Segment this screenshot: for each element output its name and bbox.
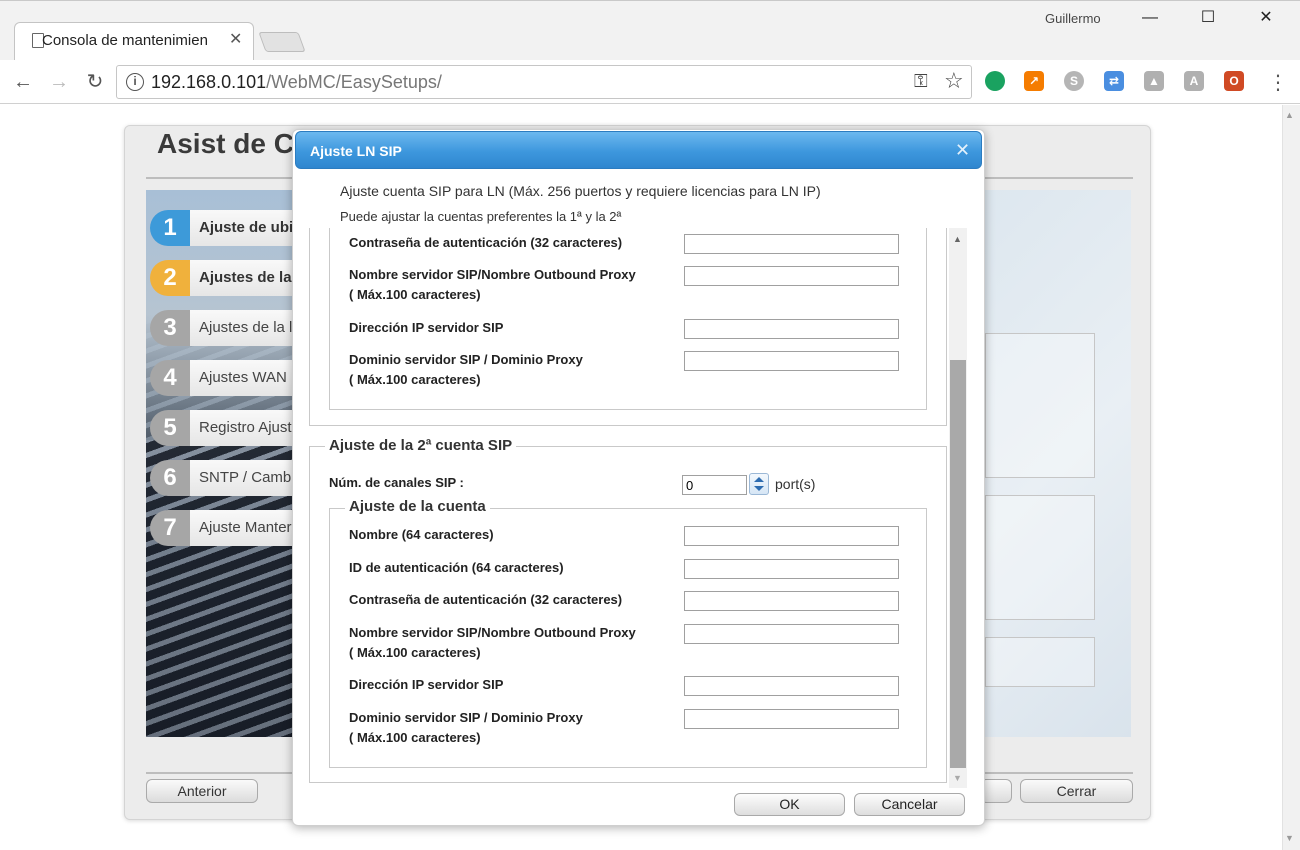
domain-label: Dominio servidor SIP / Dominio Proxy xyxy=(349,710,583,725)
content-box xyxy=(985,495,1095,620)
step-number: 4 xyxy=(150,360,190,396)
step-label: Ajuste de ubi xyxy=(190,210,296,246)
step-label: SNTP / Camb xyxy=(190,460,296,496)
ip-label: Dirección IP servidor SIP xyxy=(349,320,504,335)
page-scroll-down-icon[interactable]: ▼ xyxy=(1285,833,1294,843)
domain-field[interactable] xyxy=(684,351,899,371)
password-label: Contraseña de autenticación (32 caracter… xyxy=(349,592,623,607)
channels-stepper[interactable] xyxy=(749,473,769,495)
dialog-scroll-thumb[interactable] xyxy=(950,360,966,768)
server-name-field[interactable] xyxy=(684,266,899,286)
step-number: 1 xyxy=(150,210,190,246)
step-number: 5 xyxy=(150,410,190,446)
dialog-description: Ajuste cuenta SIP para LN (Máx. 256 puer… xyxy=(340,183,821,199)
bookmark-star-icon[interactable]: ☆ xyxy=(944,68,964,94)
wizard-title: Asist de C xyxy=(157,128,294,159)
extension-translate-icon[interactable]: ⇄ xyxy=(1104,71,1124,91)
minimize-button[interactable]: — xyxy=(1130,6,1170,30)
domain-label: Dominio servidor SIP / Dominio Proxy xyxy=(349,352,583,367)
step-label: Ajustes de la l xyxy=(190,310,296,346)
new-tab-button[interactable] xyxy=(258,32,306,52)
extension-pdf-icon[interactable]: A xyxy=(1184,71,1204,91)
second-account-legend: Ajuste de la 2ª cuenta SIP xyxy=(325,437,517,454)
reload-icon[interactable]: ↻ xyxy=(82,70,108,94)
content-box xyxy=(985,333,1095,478)
maximize-button[interactable]: ☐ xyxy=(1188,6,1228,30)
key-icon[interactable]: ⚿ xyxy=(914,71,928,92)
close-wizard-button[interactable]: Cerrar xyxy=(1020,779,1133,803)
step-3[interactable]: 3 Ajustes de la l xyxy=(150,310,296,346)
previous-button[interactable]: Anterior xyxy=(146,779,258,803)
url-path: /WebMC/EasySetups/ xyxy=(266,72,442,92)
back-arrow-icon[interactable]: ← xyxy=(10,70,36,94)
server-label: Nombre servidor SIP/Nombre Outbound Prox… xyxy=(349,625,636,640)
channels-label: Núm. de canales SIP : xyxy=(329,475,464,490)
step-4[interactable]: 4 Ajustes WAN xyxy=(150,360,296,396)
name-field[interactable] xyxy=(684,526,899,546)
step-2[interactable]: 2 Ajustes de la xyxy=(150,260,296,296)
extension-chat-icon[interactable] xyxy=(985,71,1005,91)
cancel-button[interactable]: Cancelar xyxy=(854,793,965,816)
step-number: 7 xyxy=(150,510,190,546)
step-label: Ajustes WAN xyxy=(190,360,296,396)
extension-chart-icon[interactable]: ↗ xyxy=(1024,71,1044,91)
forward-arrow-icon[interactable]: → xyxy=(46,70,72,94)
ok-button[interactable]: OK xyxy=(734,793,845,816)
page-scrollbar[interactable] xyxy=(1282,105,1300,850)
content-box xyxy=(985,637,1095,687)
step-label: Ajuste Manter xyxy=(190,510,296,546)
profile-name[interactable]: Guillermo xyxy=(1045,11,1101,26)
server-label-max: ( Máx.100 caracteres) xyxy=(349,645,481,660)
stepper-up-icon[interactable] xyxy=(754,477,764,482)
url-text[interactable]: 192.168.0.101/WebMC/EasySetups/ xyxy=(151,72,442,93)
dialog-scroll-down-icon[interactable]: ▼ xyxy=(953,773,962,783)
step-number: 2 xyxy=(150,260,190,296)
domain-label-max: ( Máx.100 caracteres) xyxy=(349,730,481,745)
channels-input[interactable] xyxy=(682,475,747,495)
auth-id-field[interactable] xyxy=(684,559,899,579)
server-name-field[interactable] xyxy=(684,624,899,644)
tab-title: Consola de mantenimien xyxy=(42,32,208,49)
name-label: Nombre (64 caracteres) xyxy=(349,527,494,542)
page-scroll-up-icon[interactable]: ▲ xyxy=(1285,110,1294,120)
browser-menu-icon[interactable]: ⋮ xyxy=(1268,70,1288,95)
stepper-down-icon[interactable] xyxy=(754,486,764,491)
ip-label: Dirección IP servidor SIP xyxy=(349,677,504,692)
dialog-scroll-up-icon[interactable]: ▲ xyxy=(953,234,962,244)
step-5[interactable]: 5 Registro Ajust xyxy=(150,410,296,446)
account-sub-legend: Ajuste de la cuenta xyxy=(345,498,490,515)
info-icon[interactable]: i xyxy=(126,73,144,91)
step-label: Ajustes de la xyxy=(190,260,296,296)
server-label: Nombre servidor SIP/Nombre Outbound Prox… xyxy=(349,267,636,282)
url-host: 192.168.0.101 xyxy=(151,72,267,92)
ip-field[interactable] xyxy=(684,319,899,339)
step-label: Registro Ajust xyxy=(190,410,296,446)
extension-skype-icon[interactable]: S xyxy=(1064,71,1084,91)
tab-close-icon[interactable]: ✕ xyxy=(229,29,242,49)
password-field[interactable] xyxy=(684,234,899,254)
step-number: 6 xyxy=(150,460,190,496)
step-7[interactable]: 7 Ajuste Manter xyxy=(150,510,296,546)
dialog-title: Ajuste LN SIP xyxy=(310,143,402,159)
ports-unit: port(s) xyxy=(775,476,816,492)
ip-field[interactable] xyxy=(684,676,899,696)
step-number: 3 xyxy=(150,310,190,346)
domain-label-max: ( Máx.100 caracteres) xyxy=(349,372,481,387)
auth-id-label: ID de autenticación (64 caracteres) xyxy=(349,560,564,575)
extension-office-icon[interactable]: O xyxy=(1224,71,1244,91)
step-1[interactable]: 1 Ajuste de ubi xyxy=(150,210,296,246)
password-label: Contraseña de autenticación (32 caracter… xyxy=(349,235,623,250)
dialog-close-icon[interactable]: ✕ xyxy=(955,140,970,161)
password-field[interactable] xyxy=(684,591,899,611)
dialog-note: Puede ajustar la cuentas preferentes la … xyxy=(340,209,622,224)
step-6[interactable]: 6 SNTP / Camb xyxy=(150,460,296,496)
domain-field[interactable] xyxy=(684,709,899,729)
server-label-max: ( Máx.100 caracteres) xyxy=(349,287,481,302)
extension-drive-icon[interactable]: ▲ xyxy=(1144,71,1164,91)
close-window-button[interactable]: ✕ xyxy=(1246,6,1286,30)
